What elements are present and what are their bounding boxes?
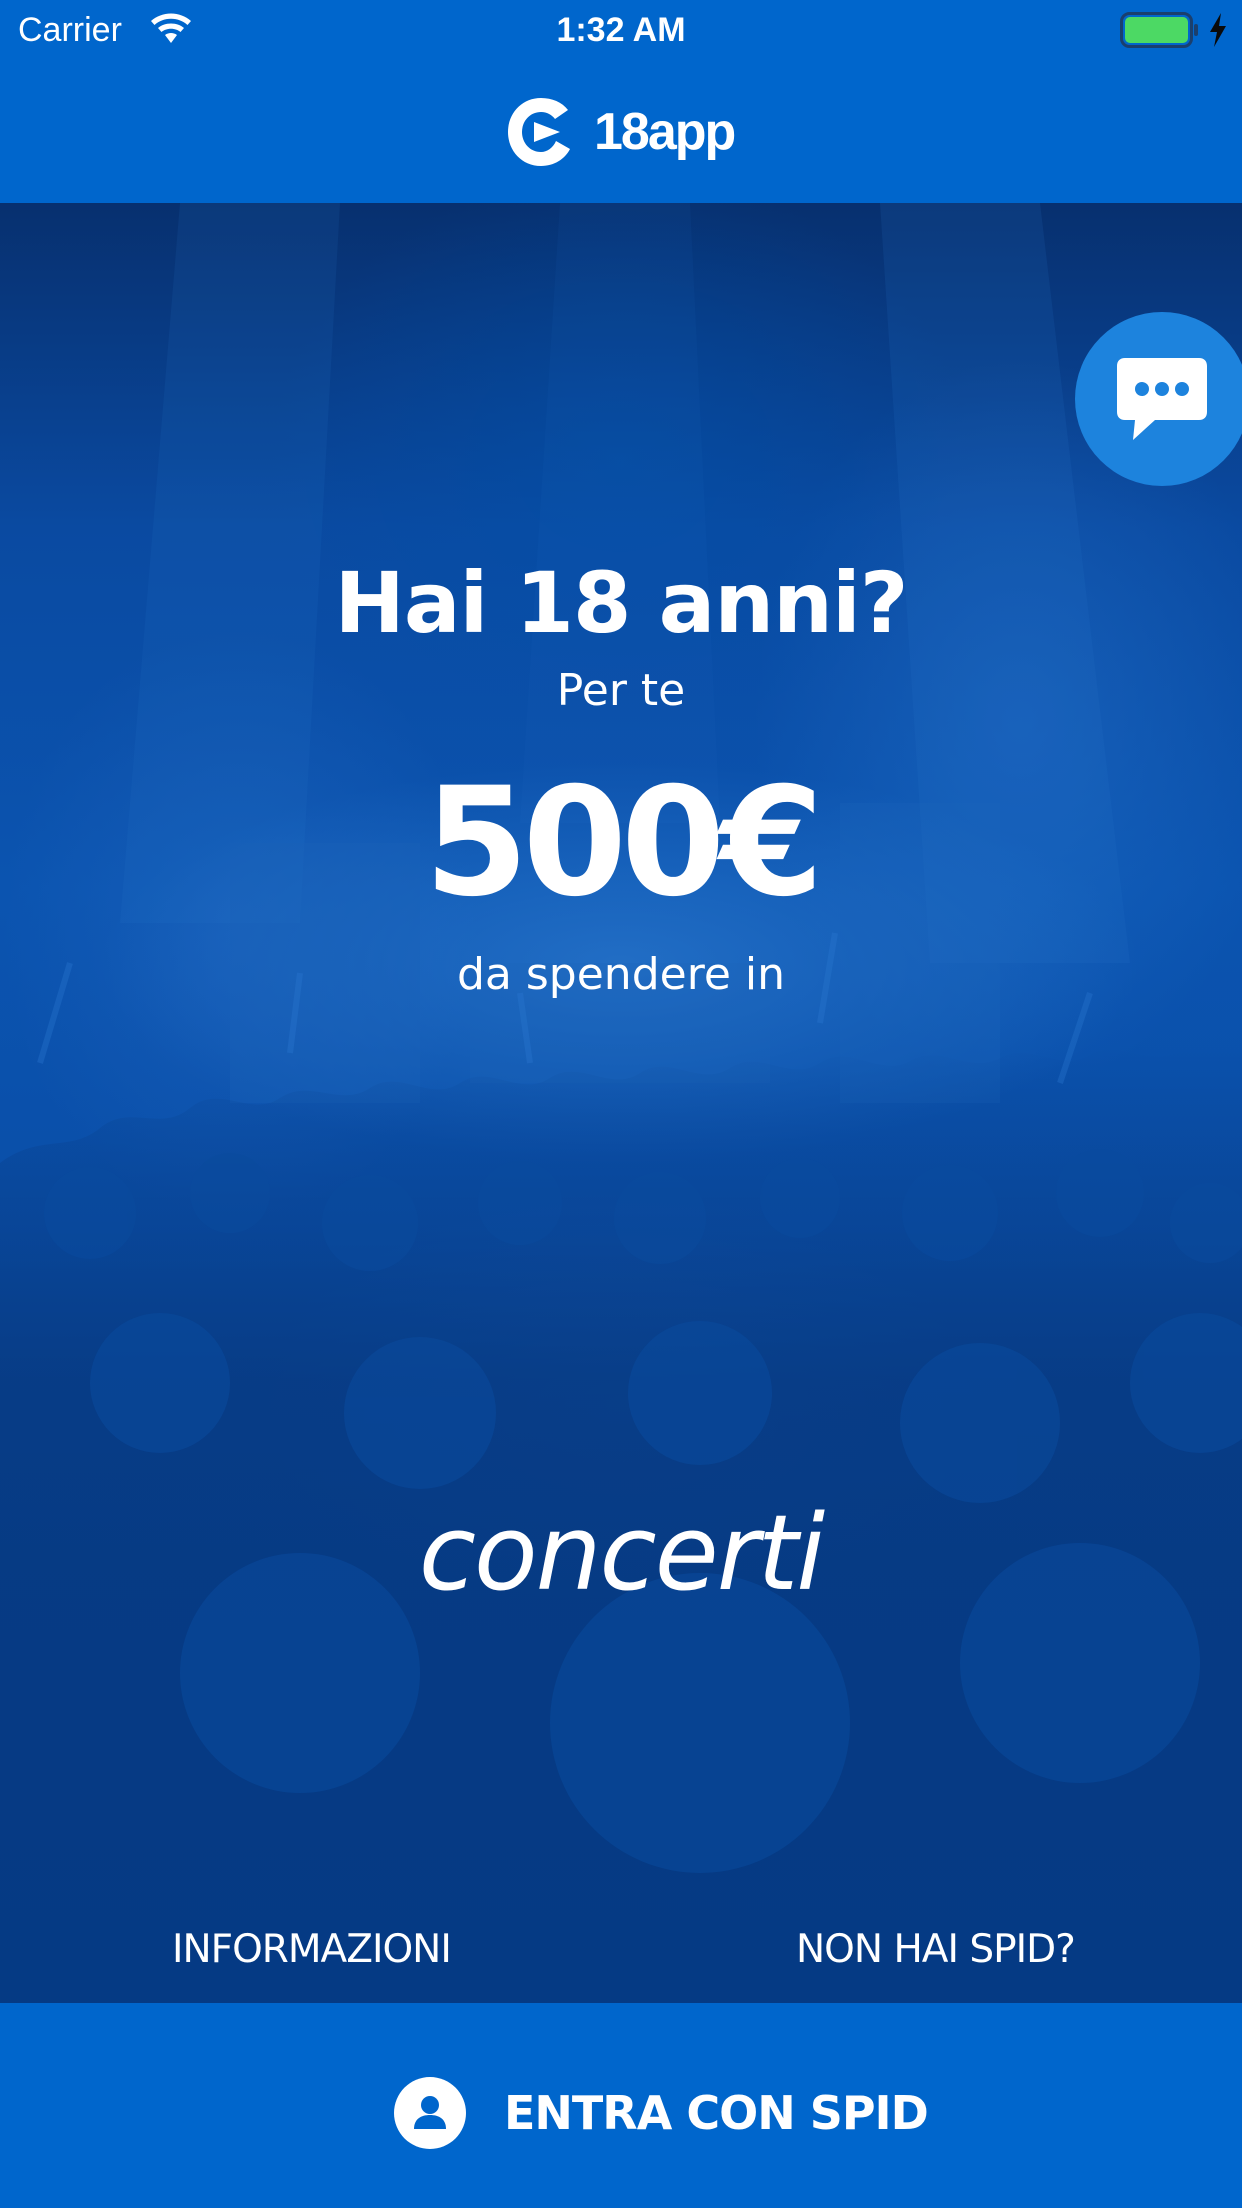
spend-text: da spendere in (457, 949, 785, 1000)
no-spid-link[interactable]: NON HAI SPID? (796, 1925, 1076, 1975)
headline: Hai 18 anni? (334, 554, 909, 652)
spid-login-button[interactable]: ENTRA CON SPID (0, 2003, 1242, 2208)
chat-bubble-icon (1117, 358, 1207, 440)
hero-background: Hai 18 anni? Per te 500€ da spendere in … (0, 203, 1242, 2003)
user-icon (394, 2077, 466, 2149)
battery-icon (1120, 12, 1198, 48)
category-label: concerti (418, 1492, 825, 1614)
app-logo: 18app (504, 92, 736, 172)
18app-logo-icon (508, 98, 570, 166)
logo-text: 18app (594, 103, 736, 161)
chat-button[interactable] (1075, 312, 1242, 486)
spid-button-content: ENTRA CON SPID (394, 2077, 929, 2149)
status-bar: Carrier 1:32 AM (0, 0, 1242, 60)
status-time: 1:32 AM (556, 11, 686, 49)
subline: Per te (556, 665, 686, 716)
charging-icon (1210, 13, 1226, 47)
concert-crowd-image (0, 203, 1242, 2003)
spid-button-label: ENTRA CON SPID (504, 2086, 929, 2140)
info-link[interactable]: INFORMAZIONI (172, 1925, 452, 1975)
header-bar: Carrier 1:32 AM 18app (0, 0, 1242, 203)
bonus-amount: 500€ (424, 756, 823, 930)
app-screen: Hai 18 anni? Per te 500€ da spendere in … (0, 0, 1242, 2208)
